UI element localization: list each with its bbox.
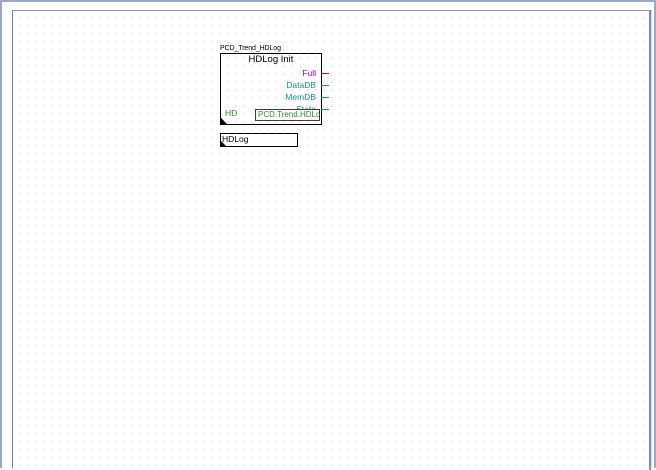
output-port-memdb[interactable]: MemDB (285, 92, 316, 102)
connector-state (321, 109, 329, 110)
fupla-canvas[interactable]: PCD_Trend_HDLog HDLog Init Full DataDB M… (12, 10, 652, 468)
connector-memdb (321, 97, 329, 98)
fbox-hdlog-init[interactable]: HDLog Init Full DataDB MemDB State HD PC… (220, 53, 322, 125)
fbox-input-label: HD (225, 108, 238, 118)
text-box-hdlog[interactable]: HDLog (220, 133, 298, 147)
fbox-parameter-field[interactable]: PCD.Trend.HDLo: (255, 109, 320, 121)
editor-window: PCD_Trend_HDLog HDLog Init Full DataDB M… (0, 0, 656, 470)
corner-marker-icon (221, 141, 227, 147)
fbox-instance-label: PCD_Trend_HDLog (220, 45, 281, 52)
connector-full (321, 73, 329, 74)
scrollbar-edge[interactable] (649, 10, 651, 470)
fbox-name: HDLog Init (248, 54, 294, 65)
connector-datadb (321, 85, 329, 86)
output-port-datadb[interactable]: DataDB (286, 80, 316, 90)
output-port-full[interactable]: Full (302, 68, 316, 78)
corner-marker-icon (221, 118, 227, 124)
